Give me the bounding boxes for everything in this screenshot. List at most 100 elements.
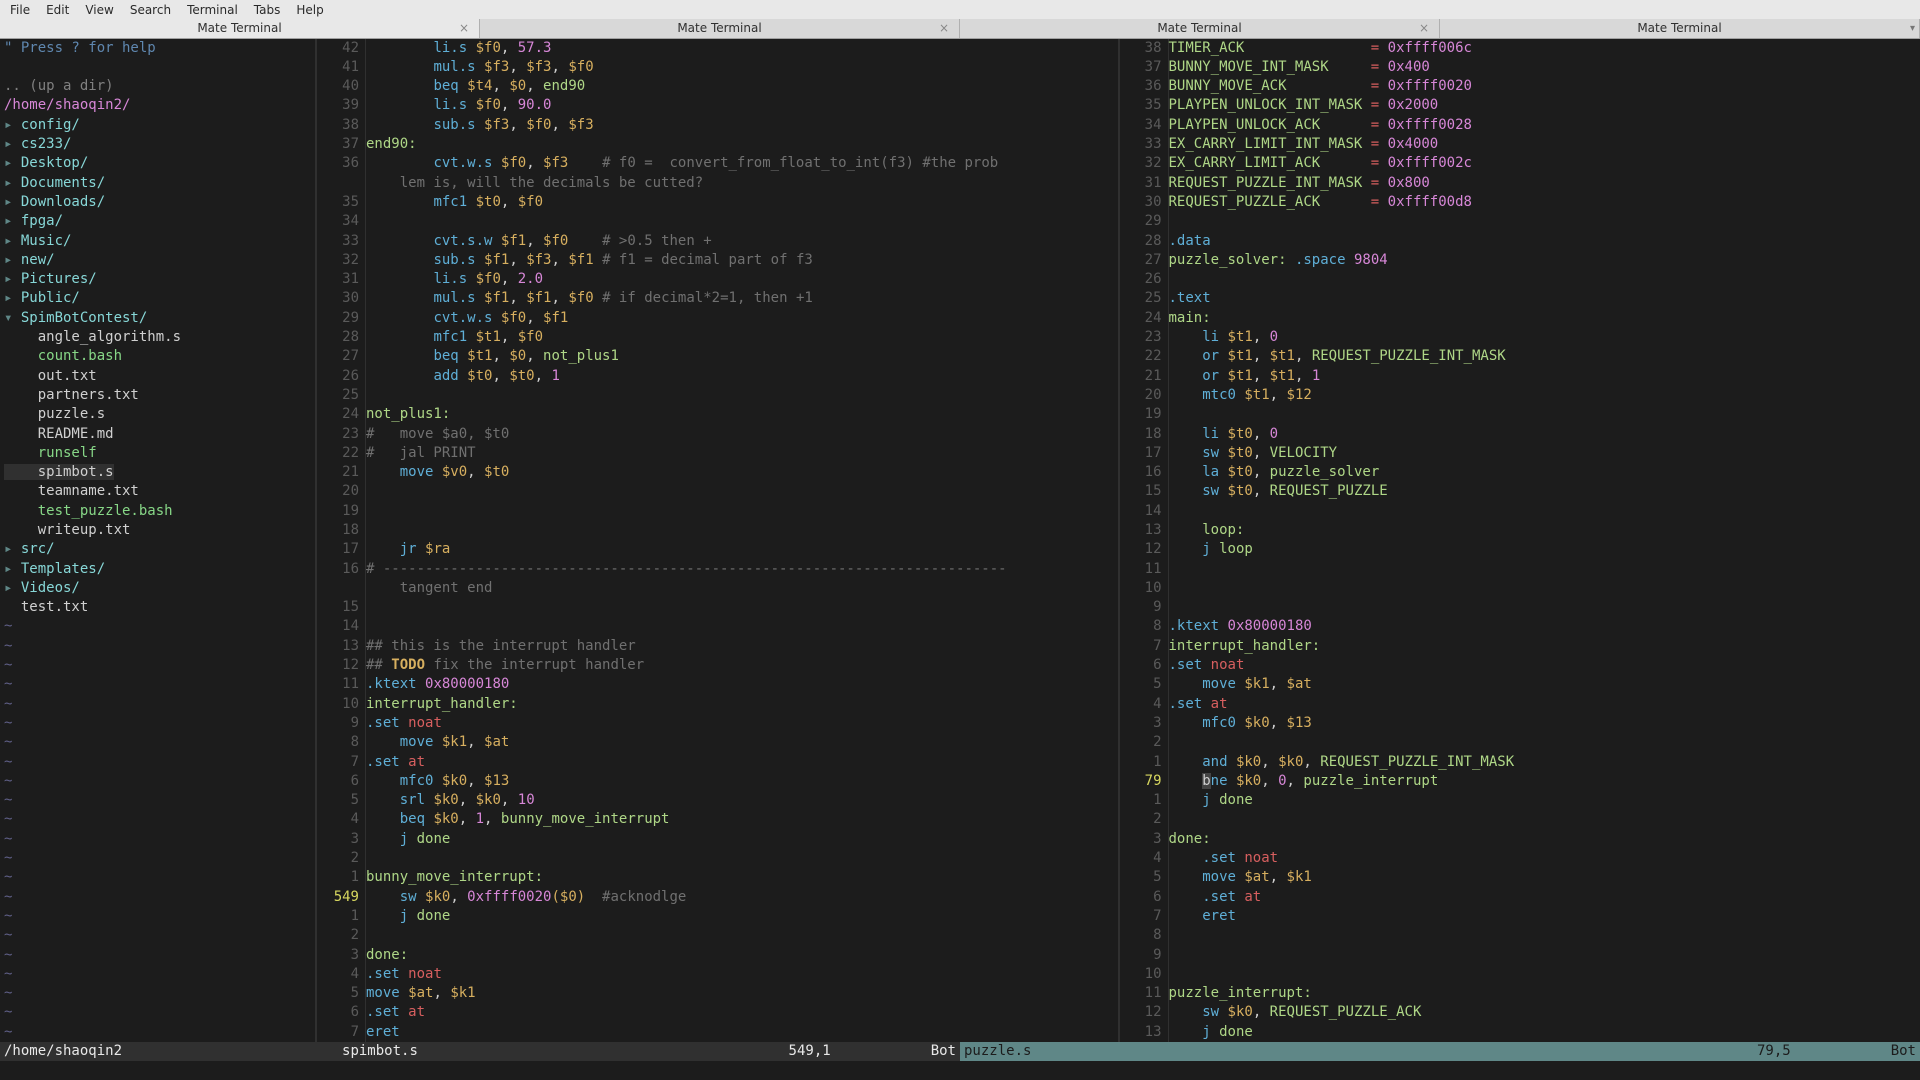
code-line[interactable]: 37end90: (316, 135, 1118, 154)
code-line[interactable]: 6.set at (316, 1003, 1118, 1022)
code-line[interactable]: 26 (1119, 270, 1920, 289)
code-line[interactable]: 6 mfc0 $k0, $13 (316, 772, 1118, 791)
tree-dir-Music[interactable]: ▸ Music/ (4, 232, 315, 251)
code-line[interactable]: 16 la $t0, puzzle_solver (1119, 463, 1920, 482)
code-line[interactable]: 7 eret (1119, 907, 1920, 926)
tree-dir-Public[interactable]: ▸ Public/ (4, 289, 315, 308)
code-line[interactable]: 22 or $t1, $t1, REQUEST_PUZZLE_INT_MASK (1119, 347, 1920, 366)
code-line[interactable]: 34PLAYPEN_UNLOCK_ACK = 0xffff0028 (1119, 116, 1920, 135)
code-line[interactable]: 1 and $k0, $k0, REQUEST_PUZZLE_INT_MASK (1119, 753, 1920, 772)
menu-help[interactable]: Help (290, 1, 329, 19)
code-line[interactable]: 4.set at (1119, 695, 1920, 714)
terminal-tab-1[interactable]: Mate Terminal× (480, 19, 960, 37)
code-line[interactable]: 31 li.s $f0, 2.0 (316, 270, 1118, 289)
code-line[interactable]: 34 (316, 212, 1118, 231)
tree-file-angle_algorithm.s[interactable]: angle_algorithm.s (4, 328, 315, 347)
left-code-pane[interactable]: 42 li.s $f0, 57.341 mul.s $f3, $f3, $f04… (316, 39, 1119, 1042)
tree-dir-Videos[interactable]: ▸ Videos/ (4, 579, 315, 598)
code-line[interactable]: 1 j done (1119, 791, 1920, 810)
code-line[interactable]: 28 mfc1 $t1, $f0 (316, 328, 1118, 347)
terminal-tab-2[interactable]: Mate Terminal× (960, 19, 1440, 37)
code-line[interactable]: 15 (316, 598, 1118, 617)
close-icon[interactable]: × (1419, 21, 1429, 35)
menu-terminal[interactable]: Terminal (181, 1, 244, 19)
code-line[interactable]: 7eret (316, 1023, 1118, 1042)
tree-updir[interactable]: .. (up a dir) (4, 77, 315, 96)
code-line[interactable]: 9.set noat (316, 714, 1118, 733)
code-line[interactable]: 5 move $at, $k1 (1119, 868, 1920, 887)
tree-dir-Downloads[interactable]: ▸ Downloads/ (4, 193, 315, 212)
tree-dir-Documents[interactable]: ▸ Documents/ (4, 174, 315, 193)
code-line[interactable]: 25 (316, 386, 1118, 405)
code-line[interactable]: 32EX_CARRY_LIMIT_ACK = 0xffff002c (1119, 154, 1920, 173)
code-line[interactable]: 42 li.s $f0, 57.3 (316, 39, 1118, 58)
code-line[interactable]: 38 sub.s $f3, $f0, $f3 (316, 116, 1118, 135)
code-line[interactable]: 2 (316, 849, 1118, 868)
tree-file-teamname.txt[interactable]: teamname.txt (4, 482, 315, 501)
code-line[interactable]: 2 (1119, 733, 1920, 752)
code-line[interactable]: 33 cvt.s.w $f1, $f0 # >0.5 then + (316, 232, 1118, 251)
code-line[interactable]: 22# jal PRINT (316, 444, 1118, 463)
code-line[interactable]: 1bunny_move_interrupt: (316, 868, 1118, 887)
code-line[interactable]: 35PLAYPEN_UNLOCK_INT_MASK = 0x2000 (1119, 96, 1920, 115)
code-line[interactable]: 11 (1119, 560, 1920, 579)
tree-file-runself[interactable]: runself (4, 444, 315, 463)
code-line[interactable]: 7interrupt_handler: (1119, 637, 1920, 656)
close-icon[interactable]: × (939, 21, 949, 35)
code-line[interactable]: 32 sub.s $f1, $f3, $f1 # f1 = decimal pa… (316, 251, 1118, 270)
code-line[interactable]: 39 li.s $f0, 90.0 (316, 96, 1118, 115)
tree-file-writeup.txt[interactable]: writeup.txt (4, 521, 315, 540)
tree-dir-cs233[interactable]: ▸ cs233/ (4, 135, 315, 154)
code-line[interactable]: 17 jr $ra (316, 540, 1118, 559)
code-line[interactable]: 19 (1119, 405, 1920, 424)
code-line[interactable]: 8 move $k1, $at (316, 733, 1118, 752)
tree-help[interactable]: " Press ? for help (4, 39, 315, 58)
nerdtree-pane[interactable]: " Press ? for help .. (up a dir)/home/sh… (0, 39, 316, 1042)
code-line[interactable]: 13## this is the interrupt handler (316, 637, 1118, 656)
code-line[interactable]: 21 or $t1, $t1, 1 (1119, 367, 1920, 386)
code-line[interactable]: 36 cvt.w.s $f0, $f3 # f0 = convert_from_… (316, 154, 1118, 173)
menu-search[interactable]: Search (124, 1, 177, 19)
code-line[interactable]: 7.set at (316, 753, 1118, 772)
tree-blank[interactable] (4, 58, 315, 77)
code-line[interactable]: 30 mul.s $f1, $f1, $f0 # if decimal*2=1,… (316, 289, 1118, 308)
code-line[interactable]: 26 add $t0, $t0, 1 (316, 367, 1118, 386)
code-line[interactable]: 1 j done (316, 907, 1118, 926)
code-line[interactable]: 5move $at, $k1 (316, 984, 1118, 1003)
code-line[interactable]: 18 (316, 521, 1118, 540)
code-line[interactable]: 2 (316, 926, 1118, 945)
code-line[interactable]: 6.set noat (1119, 656, 1920, 675)
code-line[interactable]: 79 bne $k0, 0, puzzle_interrupt (1119, 772, 1920, 791)
tree-dir-spimbot[interactable]: ▾ SpimBotContest/ (4, 309, 315, 328)
tree-file-puzzle.s[interactable]: puzzle.s (4, 405, 315, 424)
tree-file-partners.txt[interactable]: partners.txt (4, 386, 315, 405)
tree-root[interactable]: /home/shaoqin2/ (4, 96, 315, 115)
code-line[interactable]: 10 (1119, 965, 1920, 984)
code-line[interactable]: 10 (1119, 579, 1920, 598)
code-line[interactable]: 40 beq $t4, $0, end90 (316, 77, 1118, 96)
code-line[interactable]: 9 (1119, 598, 1920, 617)
code-line[interactable]: 30REQUEST_PUZZLE_ACK = 0xffff00d8 (1119, 193, 1920, 212)
code-line[interactable]: 23 li $t1, 0 (1119, 328, 1920, 347)
code-line[interactable]: 2 (1119, 810, 1920, 829)
code-line[interactable]: 36BUNNY_MOVE_ACK = 0xffff0020 (1119, 77, 1920, 96)
code-line[interactable]: 4 beq $k0, 1, bunny_move_interrupt (316, 810, 1118, 829)
code-line[interactable]: 18 li $t0, 0 (1119, 425, 1920, 444)
code-line[interactable]: 549 sw $k0, 0xffff0020($0) #acknodlge (316, 888, 1118, 907)
code-line[interactable]: 37BUNNY_MOVE_INT_MASK = 0x400 (1119, 58, 1920, 77)
code-line[interactable]: 41 mul.s $f3, $f3, $f0 (316, 58, 1118, 77)
code-line[interactable]: 33EX_CARRY_LIMIT_INT_MASK = 0x4000 (1119, 135, 1920, 154)
tree-dir-config[interactable]: ▸ config/ (4, 116, 315, 135)
code-line[interactable]: 9 (1119, 946, 1920, 965)
code-line[interactable]: 24main: (1119, 309, 1920, 328)
close-icon[interactable]: × (459, 21, 469, 35)
code-line[interactable]: 24not_plus1: (316, 405, 1118, 424)
menu-edit[interactable]: Edit (40, 1, 75, 19)
command-line[interactable] (0, 1061, 1920, 1080)
code-line[interactable]: 3done: (1119, 830, 1920, 849)
code-line[interactable]: 10interrupt_handler: (316, 695, 1118, 714)
code-line[interactable]: 29 cvt.w.s $f0, $f1 (316, 309, 1118, 328)
code-line[interactable]: 25.text (1119, 289, 1920, 308)
code-line[interactable]: 4 .set noat (1119, 849, 1920, 868)
code-line[interactable]: 20 mtc0 $t1, $12 (1119, 386, 1920, 405)
